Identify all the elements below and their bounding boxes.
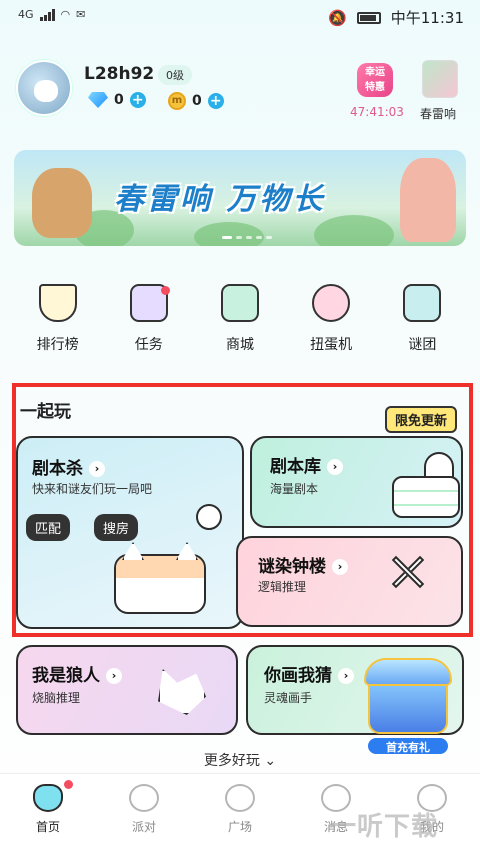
- chevron-right-icon: ›: [338, 668, 354, 684]
- more-fun-label: 更多好玩: [203, 753, 260, 769]
- quick-nav-mystery[interactable]: 谜团: [382, 284, 462, 354]
- diamond-icon: [88, 92, 108, 108]
- wolf-icon: [158, 669, 206, 715]
- network-label: 4G: [18, 8, 34, 21]
- quick-nav-label: 商城: [225, 337, 254, 353]
- tab-party[interactable]: 派对: [96, 774, 192, 853]
- flag-icon: [403, 284, 442, 322]
- banner-pagination: [222, 236, 272, 239]
- mute-icon: 🔕: [328, 8, 347, 27]
- tab-label: 派对: [131, 820, 156, 834]
- diamond-count: 0: [114, 92, 124, 108]
- tab-home[interactable]: 首页: [0, 774, 96, 853]
- gacha-icon: [312, 284, 351, 322]
- avatar[interactable]: [16, 60, 72, 116]
- quick-nav-shop[interactable]: 商城: [200, 284, 280, 354]
- quick-nav-gacha[interactable]: 扭蛋机: [291, 284, 371, 354]
- werewolf-card[interactable]: 我是狼人 › 烧脑推理: [16, 645, 238, 735]
- coin-balance: m 0 +: [168, 92, 224, 110]
- event-banner[interactable]: 春雷响 万物长: [14, 150, 466, 246]
- quick-nav-label: 任务: [134, 337, 163, 353]
- signal-icon: [39, 8, 55, 21]
- diamond-balance: 0 +: [88, 92, 146, 108]
- card-subtitle: 灵魂画手: [264, 691, 313, 705]
- battery-icon: [356, 11, 381, 24]
- add-coin-button[interactable]: +: [207, 93, 224, 109]
- card-title: 我是狼人: [32, 666, 100, 686]
- promo-line-2: 特惠: [365, 82, 385, 93]
- wifi-icon: ◠: [60, 8, 71, 21]
- level-badge: 0级: [158, 65, 192, 85]
- quick-nav-label: 扭蛋机: [310, 337, 353, 353]
- quick-nav-tasks[interactable]: 任务: [109, 284, 189, 354]
- notification-dot: [64, 780, 73, 789]
- planet-icon: [225, 784, 255, 812]
- card-subtitle: 烧脑推理: [32, 691, 81, 705]
- username[interactable]: L28h92: [84, 64, 154, 84]
- tab-label: 广场: [227, 820, 252, 834]
- heart-icon: [129, 784, 159, 812]
- coin-count: 0: [192, 93, 202, 109]
- chevron-right-icon: ›: [106, 668, 122, 684]
- promo-line-1: 幸运: [365, 67, 385, 78]
- shop-icon: [220, 284, 259, 322]
- spring-event-label[interactable]: 春雷响: [420, 105, 456, 122]
- watermark: 一听下载: [330, 812, 439, 842]
- quick-nav-label: 谜团: [408, 337, 437, 353]
- home-cat-icon: [33, 784, 63, 812]
- clock: 中午11:31: [390, 9, 464, 27]
- quick-nav-leaderboard[interactable]: 排行榜: [18, 284, 98, 354]
- tab-label: 首页: [35, 820, 60, 834]
- highlight-frame: [12, 383, 473, 637]
- banner-character-left: [32, 168, 92, 238]
- mail-icon: ✉: [76, 8, 86, 21]
- banner-title: 春雷响 万物长: [114, 182, 326, 217]
- trophy-icon: [38, 284, 77, 322]
- more-fun-button[interactable]: 更多好玩 ⌄: [0, 750, 480, 770]
- status-bar: 4G ◠ ✉ 🔕 中午11:31: [0, 0, 480, 32]
- coin-icon: m: [168, 92, 186, 110]
- promo-countdown: 47:41:03: [350, 105, 404, 119]
- notification-dot: [160, 286, 170, 295]
- card-title: 你画我猜: [264, 666, 332, 686]
- tab-square[interactable]: 广场: [192, 774, 288, 853]
- add-diamond-button[interactable]: +: [129, 92, 146, 108]
- quick-nav-label: 排行榜: [36, 337, 79, 353]
- chevron-down-icon: ⌄: [264, 753, 277, 769]
- lucky-deal-button[interactable]: 幸运 特惠: [357, 63, 393, 97]
- quick-nav: 排行榜 任务 商城 扭蛋机 谜团: [0, 284, 480, 354]
- spring-event-icon[interactable]: [422, 60, 458, 98]
- first-recharge-button[interactable]: 首充有礼: [360, 652, 456, 756]
- banner-character-right: [400, 158, 456, 242]
